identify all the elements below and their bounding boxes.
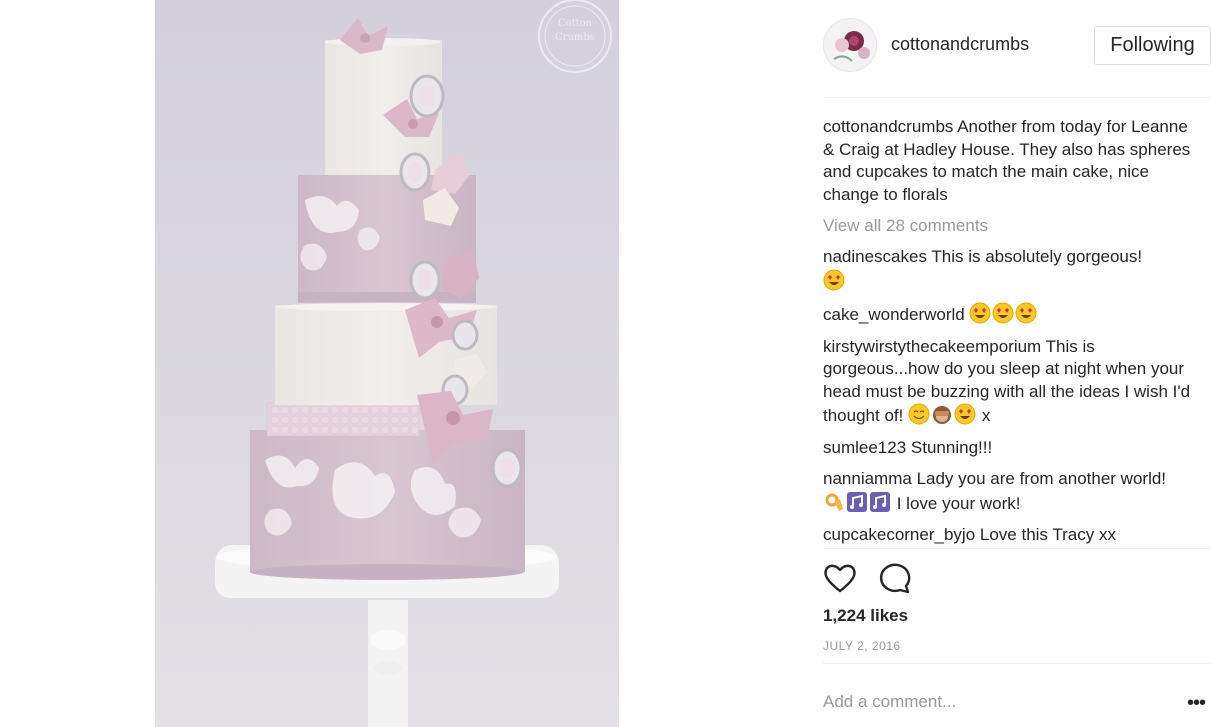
post-photo[interactable]: Cotton Crumbs (155, 0, 619, 727)
post-sidebar: cottonandcrumbs Following cottonandcrumb… (823, 0, 1211, 727)
avatar[interactable] (823, 18, 877, 72)
cake-image: Cotton Crumbs (155, 0, 619, 727)
heart-eyes-emoji-icon (992, 302, 1014, 324)
comment-item: kirstywirstythecakeemporium This is gorg… (823, 336, 1193, 428)
comment-username[interactable]: nanniamma (823, 469, 912, 488)
see-no-evil-monkey-emoji-icon (933, 406, 952, 424)
header-divider (823, 97, 1211, 98)
comment-suffix: I love your work! (896, 493, 1021, 513)
comment-list: cottonandcrumbs Another from today for L… (823, 116, 1193, 556)
add-comment-input[interactable]: Add a comment... (823, 692, 956, 712)
post-date[interactable]: JULY 2, 2016 (823, 639, 901, 653)
footer-divider (823, 663, 1211, 664)
comments-divider (823, 548, 1211, 549)
caption: cottonandcrumbs Another from today for L… (823, 116, 1193, 206)
comment-username[interactable]: nadinescakes (823, 247, 927, 266)
comment-text: Love this Tracy xx (979, 525, 1116, 544)
musical-notes-emoji-icon (847, 491, 867, 512)
comment-suffix: x (981, 406, 991, 425)
caption-username[interactable]: cottonandcrumbs (823, 117, 953, 136)
ok-hand-emoji-icon (825, 493, 843, 511)
comment-username[interactable]: kirstywirstythecakeemporium (823, 337, 1041, 356)
comment-text: This is absolutely gorgeous! (931, 247, 1143, 266)
comment-username[interactable]: sumlee123 (823, 438, 906, 457)
post-author-username[interactable]: cottonandcrumbs (891, 34, 1029, 55)
musical-notes-emoji-icon (870, 491, 890, 512)
heart-eyes-emoji-icon (1015, 302, 1037, 324)
avatar-flower-image (824, 19, 876, 71)
heart-eyes-emoji-icon (954, 403, 976, 425)
smiling-face-emoji-icon (908, 403, 930, 425)
comment-text: Stunning!!! (910, 437, 993, 457)
comment-item: nadinescakes This is absolutely gorgeous… (823, 246, 1193, 293)
view-all-comments-link[interactable]: View all 28 comments (823, 215, 1193, 237)
svg-text:Cotton: Cotton (558, 18, 593, 29)
ellipsis-icon[interactable]: ••• (1187, 692, 1206, 715)
heart-outline-icon[interactable] (823, 562, 857, 599)
following-button[interactable]: Following (1094, 26, 1211, 65)
comment-item: cupcakecorner_byjo Love this Tracy xx (823, 524, 1193, 547)
likes-count[interactable]: 1,224 likes (823, 606, 908, 626)
pearl-band (266, 402, 420, 437)
comment-item: sumlee123 Stunning!!! (823, 437, 1193, 460)
cake-tier-4 (250, 430, 525, 580)
svg-text:Crumbs: Crumbs (555, 32, 595, 43)
speech-bubble-icon[interactable] (878, 562, 912, 599)
comment-item: nanniamma Lady you are from another worl… (823, 468, 1193, 515)
heart-eyes-emoji-icon (823, 269, 845, 290)
comment-item: cake_wonderworld (823, 302, 1193, 327)
heart-eyes-emoji-icon (969, 302, 991, 324)
comment-username[interactable]: cupcakecorner_byjo (823, 525, 975, 544)
comment-username[interactable]: cake_wonderworld (823, 305, 965, 324)
comment-text: Lady you are from another world! (916, 469, 1167, 488)
